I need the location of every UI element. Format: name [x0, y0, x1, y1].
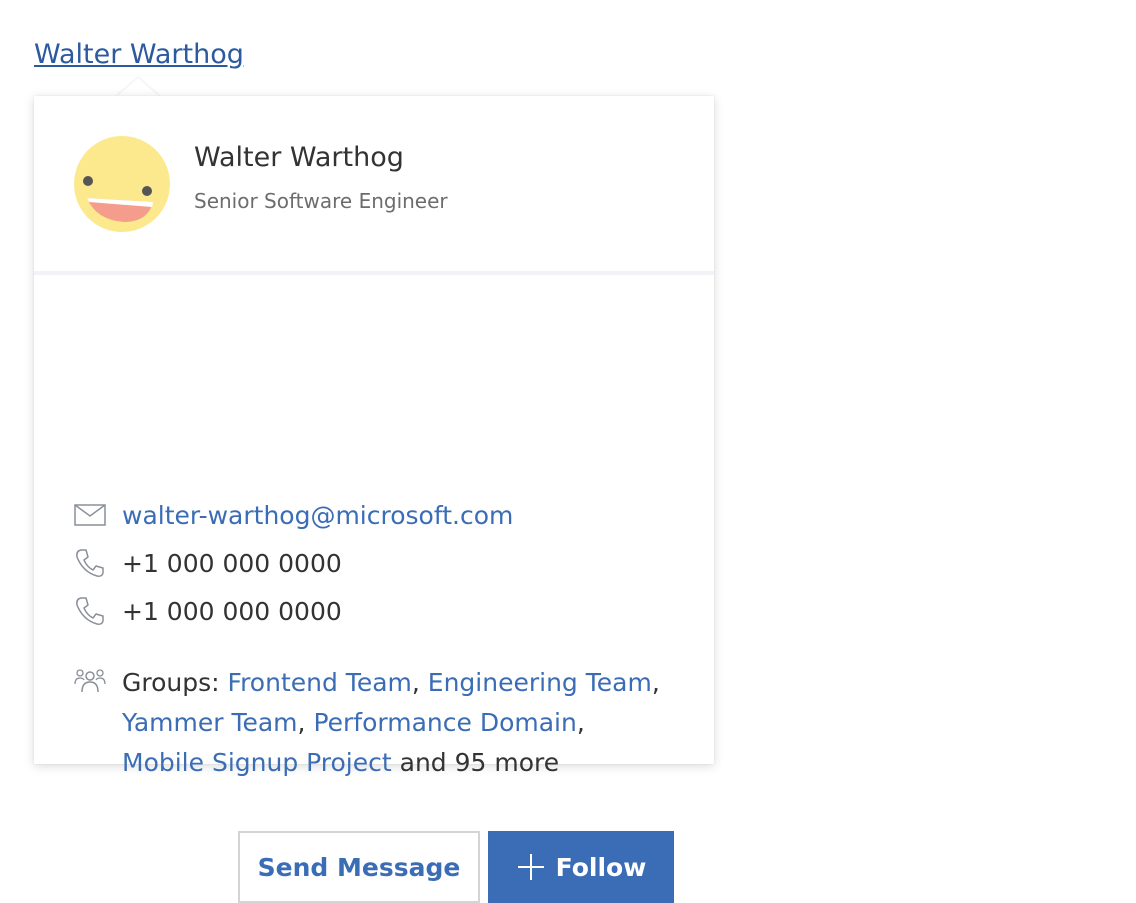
groups-section: Groups: Frontend Team, Engineering Team,… — [74, 663, 674, 783]
profile-name: Walter Warthog — [194, 142, 404, 173]
profile-job-title: Senior Software Engineer — [194, 189, 448, 213]
card-beak — [116, 78, 160, 97]
groups-text: Groups: Frontend Team, Engineering Team,… — [122, 668, 660, 777]
mail-icon — [74, 498, 108, 532]
user-name-link[interactable]: Walter Warthog — [34, 36, 244, 74]
profile-card: Walter Warthog Senior Software Engineer … — [34, 96, 714, 903]
send-message-label: Send Message — [257, 852, 461, 882]
email-link[interactable]: walter-warthog@microsoft.com — [122, 501, 513, 530]
send-message-button[interactable]: Send Message — [238, 831, 480, 903]
groups-more-text: and 95 more — [391, 748, 560, 777]
groups-label: Groups: — [122, 668, 228, 697]
phone-row: +1 000 000 0000 — [74, 543, 342, 583]
phone-number[interactable]: +1 000 000 0000 — [122, 597, 342, 626]
people-icon — [74, 667, 106, 699]
phone-icon — [74, 546, 108, 580]
phone-number[interactable]: +1 000 000 0000 — [122, 549, 342, 578]
group-link[interactable]: Yammer Team — [122, 708, 298, 737]
email-row: walter-warthog@microsoft.com — [74, 495, 513, 535]
group-link[interactable]: Frontend Team — [228, 668, 412, 697]
follow-button[interactable]: Follow — [488, 831, 674, 903]
phone-icon — [74, 594, 108, 628]
plus-icon — [516, 852, 546, 882]
profile-header: Walter Warthog Senior Software Engineer — [34, 96, 714, 275]
group-link[interactable]: Engineering Team — [428, 668, 652, 697]
group-link[interactable]: Mobile Signup Project — [122, 748, 392, 777]
follow-label: Follow — [555, 852, 647, 882]
phone-row: +1 000 000 0000 — [74, 591, 342, 631]
smiley-avatar — [74, 136, 170, 232]
group-link[interactable]: Performance Domain — [313, 708, 576, 737]
